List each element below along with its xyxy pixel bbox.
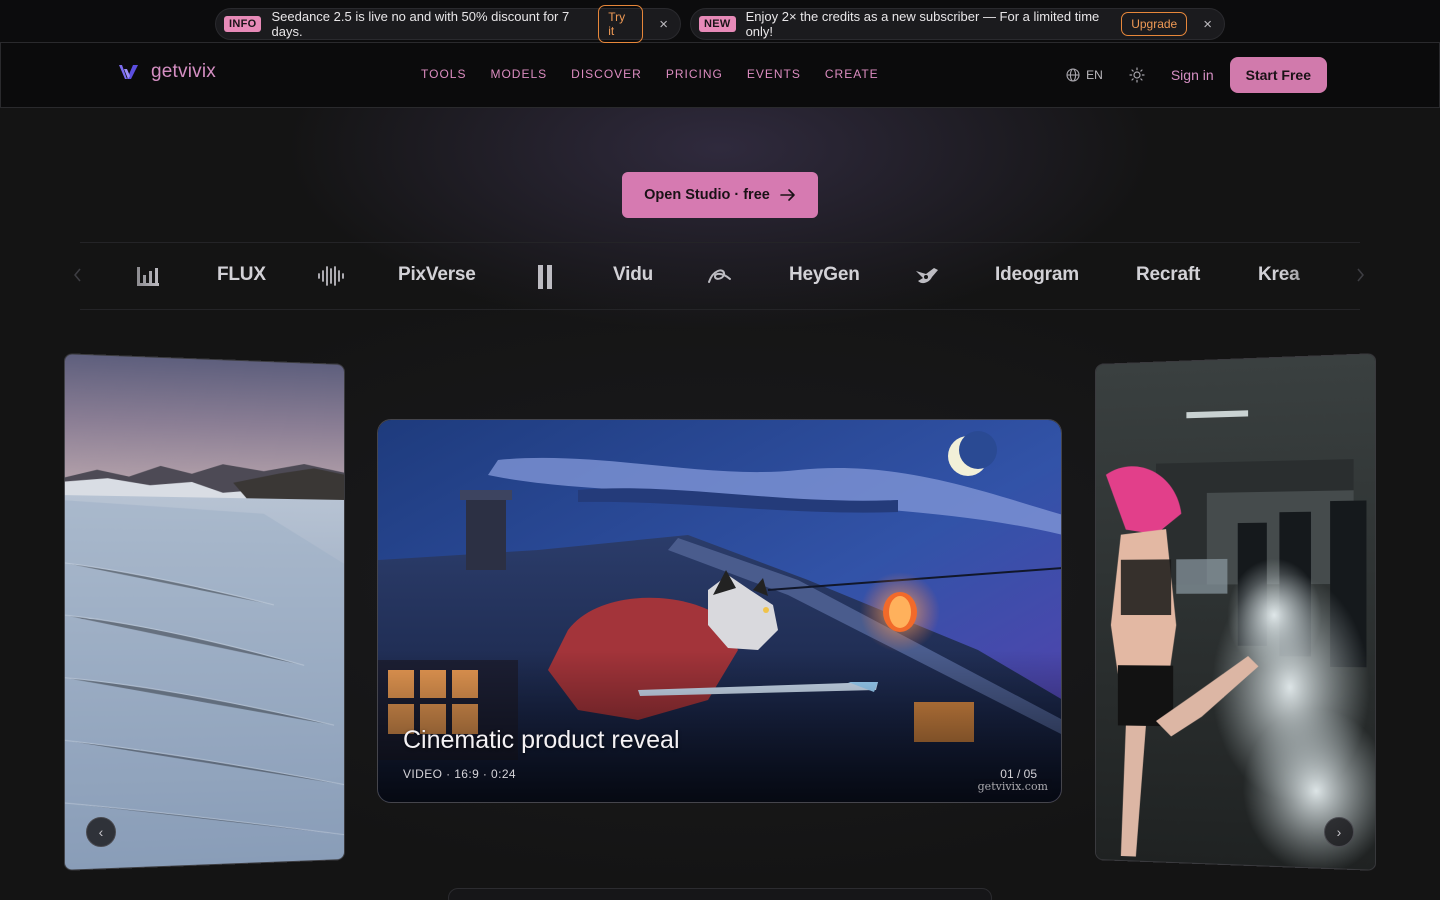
nav-item-discover[interactable]: DISCOVER [571, 67, 642, 81]
chevron-left-icon[interactable] [74, 268, 82, 282]
announcement-info-text: Seedance 2.5 is live no and with 50% dis… [271, 9, 588, 39]
language-label: EN [1086, 68, 1103, 82]
bird-logo-icon [914, 265, 940, 287]
model-flux[interactable]: FLUX [217, 264, 266, 286]
waveform-logo-icon [317, 265, 345, 287]
dancer-smoke-image [1096, 354, 1376, 871]
nav-item-events[interactable]: EVENTS [747, 67, 801, 81]
watermark: getvivix.com [974, 779, 1052, 794]
carousel-prev-button[interactable]: ‹ [86, 817, 116, 847]
chevron-right-icon[interactable] [1356, 268, 1364, 282]
model-pixverse[interactable]: PixVerse [398, 264, 476, 286]
brand-logo[interactable]: getvivix [118, 61, 216, 83]
announcement-new-text: Enjoy 2× the credits as a new subscriber… [746, 9, 1112, 39]
carousel-card-active[interactable]: Cinematic product reveal VIDEO · 16:9 · … [377, 419, 1062, 803]
sun-icon [1129, 67, 1145, 83]
model-ideogram[interactable]: Ideogram [995, 264, 1079, 286]
chevron-left-icon: ‹ [99, 824, 104, 840]
open-studio-label: Open Studio · free [644, 187, 770, 203]
carousel-card-previous[interactable] [64, 353, 345, 871]
card-meta: VIDEO · 16:9 · 0:24 [403, 767, 516, 781]
announcement-bar: INFO Seedance 2.5 is live no and with 50… [0, 0, 1440, 43]
nav-item-models[interactable]: MODELS [490, 67, 547, 81]
info-tag: INFO [224, 16, 261, 32]
announcement-info: INFO Seedance 2.5 is live no and with 50… [215, 8, 681, 40]
arrow-right-icon [780, 188, 796, 202]
vivix-logo-icon [118, 63, 140, 81]
close-icon[interactable]: × [659, 16, 668, 33]
nav-actions: EN Sign in Start Free [1066, 57, 1327, 93]
open-studio-button[interactable]: Open Studio · free [622, 172, 818, 218]
model-vidu[interactable]: Vidu [613, 264, 653, 286]
close-icon[interactable]: × [1203, 16, 1212, 33]
top-nav: getvivix TOOLS MODELS DISCOVER PRICING E… [0, 43, 1440, 108]
new-tag: NEW [699, 16, 736, 32]
announcement-new: NEW Enjoy 2× the credits as a new subscr… [690, 8, 1225, 40]
bottom-panel [448, 888, 992, 900]
globe-icon [1066, 68, 1080, 82]
chevron-right-icon: › [1337, 824, 1342, 840]
upgrade-button[interactable]: Upgrade [1121, 12, 1187, 36]
main-menu: TOOLS MODELS DISCOVER PRICING EVENTS CRE… [421, 67, 903, 81]
card-title: Cinematic product reveal [403, 726, 680, 755]
nav-item-create[interactable]: CREATE [825, 67, 879, 81]
strip-fade-right [1280, 243, 1360, 309]
strip-fade-left [80, 243, 160, 309]
carousel-next-button[interactable]: › [1324, 817, 1354, 847]
nav-item-tools[interactable]: TOOLS [421, 67, 466, 81]
swirl-logo-icon [707, 267, 733, 285]
model-heygen[interactable]: HeyGen [789, 264, 860, 286]
nav-item-pricing[interactable]: PRICING [666, 67, 723, 81]
model-recraft[interactable]: Recraft [1136, 264, 1200, 286]
sign-in-link[interactable]: Sign in [1171, 67, 1214, 83]
language-selector[interactable]: EN [1066, 68, 1103, 82]
start-free-button[interactable]: Start Free [1230, 57, 1327, 93]
model-logo-strip: FLUX PixVerse Vidu HeyGen Ideogram Recra… [80, 242, 1360, 310]
glacier-image [65, 354, 345, 871]
carousel-card-next[interactable] [1095, 353, 1376, 871]
theme-toggle[interactable] [1129, 67, 1145, 83]
try-it-button[interactable]: Try it [598, 5, 643, 43]
brand-name: getvivix [151, 61, 216, 83]
pause-logo-icon [536, 264, 554, 290]
